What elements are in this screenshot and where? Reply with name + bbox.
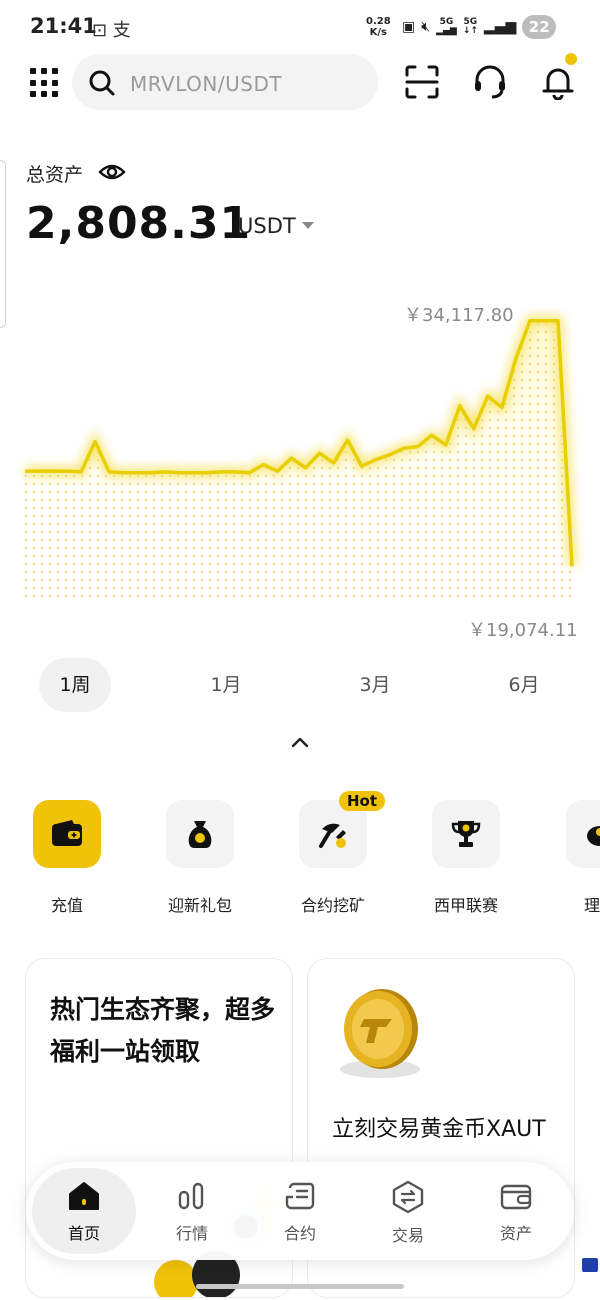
status-bar: 21:41 ⊡ 支 0.28 K/s ▣ 🔇︎ 5G ▂▄▆ 5G ↓↑ ▂▄▆ 2… [0, 0, 600, 56]
notification-bell-icon[interactable] [540, 64, 576, 100]
market-bars-icon [178, 1182, 204, 1210]
gold-coin-illustration [340, 989, 420, 1078]
status-time: 21:41 [30, 14, 97, 38]
money-bag-icon [188, 821, 212, 848]
finance-tile[interactable] [566, 800, 600, 868]
notification-badge-dot [565, 53, 577, 65]
quick-action-label: 合约挖矿 [300, 896, 365, 915]
bottom-navigation: 首页 行情 合约 交易 资产 [26, 1162, 574, 1260]
quick-action-welcome-gift[interactable]: 迎新礼包 [145, 800, 255, 916]
customer-service-icon[interactable] [472, 64, 508, 100]
quick-action-label: 迎新礼包 [167, 896, 232, 915]
nav-label: 交易 [391, 1226, 424, 1245]
signal-1-icon: 5G ▂▄▆ [436, 17, 457, 36]
promo-card-title: 立刻交易黄金币XAUT [332, 1117, 546, 1142]
search-placeholder: MRVLON/USDT [130, 72, 283, 96]
nav-market[interactable]: 行情 [140, 1168, 244, 1254]
notification-folder-icon: ▣ [402, 19, 416, 35]
scan-icon[interactable] [404, 64, 440, 100]
caret-down-icon[interactable] [302, 222, 314, 229]
chart-max-label: ￥34,117.80 [404, 305, 514, 326]
wallet-plus-icon [52, 820, 82, 846]
wallet-icon [500, 1184, 532, 1210]
signal-2-label: 5G [463, 17, 478, 27]
quick-action-deposit[interactable]: 充值 [12, 800, 122, 916]
network-speed-unit: K/s [369, 27, 388, 38]
period-tab-6m[interactable]: 6月 [488, 658, 560, 712]
nav-assets[interactable]: 资产 [464, 1168, 568, 1254]
asset-history-chart [25, 315, 577, 600]
period-tab-1w[interactable]: 1周 [39, 658, 111, 712]
status-app-icons: ⊡ 支 [92, 20, 131, 41]
search-input[interactable]: MRVLON/USDT [72, 54, 378, 110]
laliga-tile[interactable] [432, 800, 500, 868]
nav-label: 首页 [67, 1224, 100, 1243]
welcome-gift-tile[interactable] [166, 800, 234, 868]
battery-icon: 22 [522, 15, 557, 39]
quick-action-laliga[interactable]: 西甲联赛 [411, 800, 521, 916]
trophy-icon [451, 821, 481, 847]
search-icon [89, 70, 115, 96]
signal-1-label: 5G [439, 17, 454, 27]
chart-min-label: ￥19,074.11 [468, 620, 578, 641]
piggy-bank-icon [587, 826, 600, 846]
visibility-eye-icon[interactable] [98, 160, 126, 184]
period-tab-1m[interactable]: 1月 [190, 658, 262, 712]
hot-badge: Hot [339, 791, 386, 811]
home-icon [69, 1182, 99, 1210]
exchange-hex-icon [392, 1180, 424, 1214]
total-assets-value: 2,808.31 [26, 198, 252, 249]
currency-selector[interactable]: USDT [238, 214, 296, 238]
mute-icon: 🔇︎ [421, 19, 431, 35]
network-speed: 0.28 K/s [366, 16, 391, 38]
home-indicator[interactable] [196, 1284, 404, 1289]
nav-contract[interactable]: 合约 [248, 1168, 352, 1254]
wifi-signal-icon: ▂▄▆ [483, 19, 517, 35]
total-assets-label: 总资产 [26, 164, 84, 186]
nav-trade[interactable]: 交易 [356, 1168, 460, 1254]
network-speed-value: 0.28 [366, 16, 391, 27]
quick-action-label: 理 [584, 896, 600, 915]
nav-label: 合约 [283, 1224, 316, 1243]
contract-doc-icon [285, 1182, 315, 1210]
chevron-up-icon[interactable] [290, 735, 310, 749]
status-right-icons: ▣ 🔇︎ 5G ▂▄▆ 5G ↓↑ ▂▄▆ 22 [402, 15, 557, 39]
signal-2-icon: 5G ↓↑ [462, 17, 478, 36]
promo-card-title: 热门生态齐聚，超多福利一站领取 [50, 995, 276, 1066]
pickaxe-icon [319, 823, 346, 848]
nav-home[interactable]: 首页 [32, 1168, 136, 1254]
quick-action-finance[interactable]: 理 [544, 800, 600, 916]
menu-grid-icon[interactable] [30, 68, 60, 98]
quick-action-contract-mining[interactable]: 合约挖矿 [278, 800, 388, 916]
nav-label: 行情 [175, 1224, 208, 1243]
quick-action-label: 充值 [50, 896, 83, 915]
floating-corner-icon[interactable] [582, 1258, 598, 1272]
deposit-tile[interactable] [33, 800, 101, 868]
nav-label: 资产 [499, 1224, 532, 1243]
period-tab-3m[interactable]: 3月 [339, 658, 411, 712]
quick-action-label: 西甲联赛 [433, 896, 498, 915]
